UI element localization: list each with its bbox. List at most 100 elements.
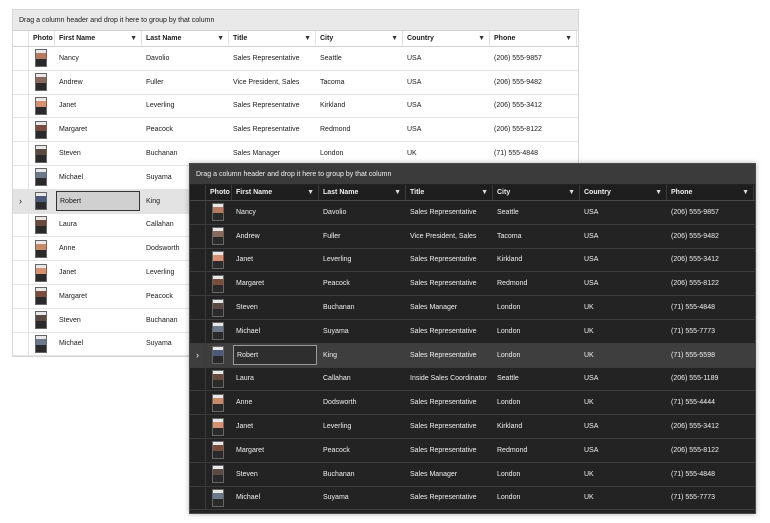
table-row[interactable]: Margaret Peacock Sales Representative Redmo…	[190, 438, 755, 463]
filter-icon[interactable]: ▼	[742, 185, 749, 201]
cell-country[interactable]: USA	[580, 368, 667, 391]
cell-phone[interactable]: (71) 555-4848	[490, 142, 577, 165]
cell-country[interactable]: UK	[580, 391, 667, 414]
cell-first[interactable]: Michael	[232, 487, 319, 510]
cell-first[interactable]: Anne	[55, 237, 142, 260]
cell-city[interactable]: London	[493, 487, 580, 510]
table-row[interactable]: Nancy Davolio Sales Representative Seattle U…	[190, 201, 755, 225]
cell-country[interactable]: USA	[580, 201, 667, 224]
cell-phone[interactable]: (206) 555-3412	[667, 415, 754, 438]
column-header-phone[interactable]: Phone ▼	[667, 185, 754, 200]
table-row[interactable]: Janet Leverling Sales Representative Kirkla…	[190, 248, 755, 273]
table-row[interactable]: Anne Dodsworth Sales Representative London U…	[190, 391, 755, 416]
column-header-last-name[interactable]: Last Name ▼	[319, 185, 406, 200]
column-header-first-name[interactable]: First Name ▼	[232, 185, 319, 200]
cell-title[interactable]: Sales Manager	[406, 296, 493, 319]
cell-country[interactable]: USA	[580, 225, 667, 248]
cell-first[interactable]: Steven	[55, 309, 142, 332]
cell-first[interactable]: Margaret	[55, 285, 142, 308]
cell-country[interactable]: UK	[580, 296, 667, 319]
table-row[interactable]: Janet Leverling Sales Representative Kirkla…	[190, 415, 755, 439]
cell-title[interactable]: Sales Representative	[406, 201, 493, 224]
cell-last[interactable]: Peacock	[319, 272, 406, 295]
column-header-country[interactable]: Country ▼	[580, 185, 667, 200]
cell-country[interactable]: UK	[403, 142, 490, 165]
cell-phone[interactable]: (206) 555-9482	[667, 225, 754, 248]
table-row[interactable]: Laura Callahan Inside Sales Coordinator Sea…	[190, 367, 755, 392]
cell-phone[interactable]: (206) 555-9482	[490, 71, 577, 94]
table-row[interactable]: Margaret Peacock Sales Representative Redmo…	[13, 118, 578, 143]
cell-city[interactable]: London	[493, 463, 580, 486]
column-header-photo[interactable]: Photo	[206, 185, 232, 200]
cell-last[interactable]: Leverling	[142, 95, 229, 118]
table-row[interactable]: Steven Buchanan Sales Manager London UK (71) …	[190, 296, 755, 320]
cell-first[interactable]: Michael	[55, 333, 142, 356]
cell-last[interactable]: Fuller	[142, 71, 229, 94]
cell-phone[interactable]: (71) 555-5598	[667, 344, 754, 367]
cell-title[interactable]: Inside Sales Coordinator	[406, 368, 493, 391]
cell-first[interactable]: Margaret	[232, 272, 319, 295]
cell-country[interactable]: USA	[403, 118, 490, 141]
cell-last[interactable]: Buchanan	[142, 142, 229, 165]
cell-country[interactable]: USA	[403, 95, 490, 118]
filter-icon[interactable]: ▼	[565, 31, 572, 47]
cell-first[interactable]: Andrew	[55, 71, 142, 94]
cell-city[interactable]: Kirkland	[493, 415, 580, 438]
filter-icon[interactable]: ▼	[217, 31, 224, 47]
column-header-city[interactable]: City ▼	[316, 31, 403, 46]
cell-last[interactable]: Buchanan	[319, 463, 406, 486]
cell-title[interactable]: Sales Representative	[406, 487, 493, 510]
cell-first[interactable]: Nancy	[55, 47, 142, 70]
cell-first[interactable]: Margaret	[55, 118, 142, 141]
cell-city[interactable]: Kirkland	[493, 249, 580, 272]
column-header-city[interactable]: City ▼	[493, 185, 580, 200]
cell-phone[interactable]: (71) 555-4848	[667, 463, 754, 486]
cell-title[interactable]: Sales Manager	[406, 463, 493, 486]
cell-first[interactable]: Andrew	[232, 225, 319, 248]
cell-title[interactable]: Sales Representative	[406, 249, 493, 272]
cell-country[interactable]: USA	[580, 415, 667, 438]
cell-country[interactable]: UK	[580, 463, 667, 486]
cell-title[interactable]: Vice President, Sales	[406, 225, 493, 248]
cell-last[interactable]: Fuller	[319, 225, 406, 248]
cell-first[interactable]: Steven	[232, 463, 319, 486]
cell-country[interactable]: USA	[403, 47, 490, 70]
cell-last[interactable]: Peacock	[319, 439, 406, 462]
cell-phone[interactable]: (206) 555-3412	[490, 95, 577, 118]
cell-city[interactable]: London	[493, 296, 580, 319]
column-header-photo[interactable]: Photo	[29, 31, 55, 46]
cell-last[interactable]: Leverling	[319, 249, 406, 272]
group-panel[interactable]: Drag a column header and drop it here to…	[190, 164, 755, 185]
filter-icon[interactable]: ▼	[655, 185, 662, 201]
cell-first[interactable]: Janet	[232, 249, 319, 272]
column-header-phone[interactable]: Phone ▼	[490, 31, 577, 46]
column-header-title[interactable]: Title ▼	[229, 31, 316, 46]
cell-city[interactable]: Redmond	[493, 439, 580, 462]
cell-title[interactable]: Sales Representative	[406, 320, 493, 343]
table-row[interactable]: Margaret Peacock Sales Representative Redmo…	[190, 272, 755, 297]
cell-city[interactable]: Seattle	[493, 368, 580, 391]
table-row[interactable]: Michael Suyama Sales Representative London U…	[190, 486, 755, 511]
cell-last[interactable]: Suyama	[319, 487, 406, 510]
cell-phone[interactable]: (206) 555-3412	[667, 249, 754, 272]
cell-country[interactable]: UK	[580, 487, 667, 510]
cell-first[interactable]: Nancy	[232, 201, 319, 224]
group-panel[interactable]: Drag a column header and drop it here to…	[13, 10, 578, 31]
cell-country[interactable]: UK	[580, 320, 667, 343]
filter-icon[interactable]: ▼	[478, 31, 485, 47]
filter-icon[interactable]: ▼	[481, 185, 488, 201]
cell-first[interactable]: Steven	[55, 142, 142, 165]
cell-title[interactable]: Sales Manager	[229, 142, 316, 165]
cell-city[interactable]: Redmond	[493, 272, 580, 295]
cell-last[interactable]: Buchanan	[319, 296, 406, 319]
cell-country[interactable]: USA	[580, 249, 667, 272]
cell-phone[interactable]: (71) 555-7773	[667, 487, 754, 510]
cell-title[interactable]: Sales Representative	[229, 95, 316, 118]
cell-city[interactable]: Redmond	[316, 118, 403, 141]
table-row[interactable]: › Robert King Sales Representative London UK (…	[190, 343, 755, 368]
cell-first[interactable]: Laura	[55, 214, 142, 237]
filter-icon[interactable]: ▼	[130, 31, 137, 47]
column-header-last-name[interactable]: Last Name ▼	[142, 31, 229, 46]
cell-title[interactable]: Sales Representative	[406, 272, 493, 295]
cell-city[interactable]: Seattle	[493, 201, 580, 224]
